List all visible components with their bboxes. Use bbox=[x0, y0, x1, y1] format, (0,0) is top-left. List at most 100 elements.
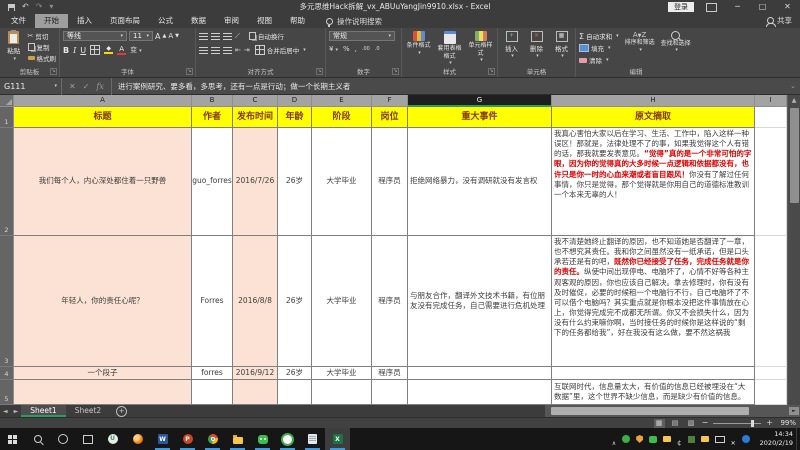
cell-H1[interactable]: 原文摘取 bbox=[552, 107, 755, 128]
select-all-corner[interactable] bbox=[0, 95, 14, 107]
tray-chevron-icon[interactable] bbox=[612, 430, 616, 449]
cell-B2[interactable]: guo_forres bbox=[192, 128, 233, 236]
share-button[interactable]: 共享 bbox=[766, 15, 792, 27]
tray-x-icon-9[interactable] bbox=[731, 430, 736, 449]
horizontal-scroll-thumb[interactable] bbox=[551, 407, 749, 415]
formula-bar-expand-icon[interactable]: ⌄ bbox=[786, 82, 800, 90]
ribbon-tab-插入[interactable]: 插入 bbox=[68, 14, 101, 28]
confirm-entry-icon[interactable]: ✓ bbox=[83, 82, 90, 91]
column-header-I[interactable]: I bbox=[755, 95, 787, 107]
cell-C3[interactable]: 2016/8/8 bbox=[233, 236, 278, 367]
tray-msg-icon-3[interactable] bbox=[649, 435, 658, 443]
cell-I4[interactable] bbox=[755, 367, 787, 380]
zoom-slider-thumb[interactable] bbox=[751, 419, 755, 427]
save-icon[interactable] bbox=[8, 3, 15, 11]
name-box[interactable]: G111 ▾ bbox=[0, 77, 62, 95]
tray-blue-icon-10[interactable] bbox=[741, 435, 750, 443]
ribbon-tab-帮助[interactable]: 帮助 bbox=[281, 14, 314, 28]
taskbar-firefox-icon[interactable] bbox=[125, 428, 150, 450]
merge-center-button[interactable]: 合并后居中 ▾ bbox=[254, 45, 306, 55]
row-header-2[interactable]: 2 bbox=[0, 128, 14, 236]
show-desktop-button[interactable] bbox=[796, 428, 800, 450]
taskbar-chrome-icon[interactable] bbox=[200, 428, 225, 450]
font-color-button[interactable]: A bbox=[117, 45, 127, 55]
insert-function-icon[interactable]: fx bbox=[96, 82, 103, 91]
clipboard-dialog-launcher-icon[interactable]: ↘ bbox=[50, 68, 57, 75]
ribbon-tab-页面布局[interactable]: 页面布局 bbox=[101, 14, 149, 28]
cell-styles-button[interactable]: 单元格样式 ▾ bbox=[467, 31, 494, 66]
column-header-G[interactable]: G bbox=[408, 95, 552, 107]
row-header-1[interactable]: 1 bbox=[0, 107, 14, 128]
qat-customize-icon[interactable]: ▾ bbox=[49, 0, 53, 14]
taskbar-ppt-icon[interactable] bbox=[175, 428, 200, 450]
taskbar-notes-icon[interactable] bbox=[300, 428, 325, 450]
column-header-E[interactable]: E bbox=[312, 95, 372, 107]
cell-A1[interactable]: 标题 bbox=[14, 107, 192, 128]
align-right-icon[interactable] bbox=[223, 46, 232, 54]
autosum-button[interactable]: Σ 自动求和 ▾ bbox=[579, 31, 619, 42]
cell-H5[interactable]: 互联网时代，信息量太大，有价值的信息已经被埋没在“大数据”里，这个世界不缺少信息… bbox=[552, 380, 755, 405]
horizontal-scrollbar[interactable]: ► bbox=[545, 405, 800, 417]
redo-icon[interactable]: ↷ bbox=[36, 0, 43, 14]
cell-G3[interactable]: 与朋友合作，翻译外文技术书籍，有位朋友没有完成任务，自己需要进行危机处理 bbox=[408, 236, 552, 367]
cell-I3[interactable] bbox=[755, 236, 787, 367]
percent-style-icon[interactable]: % bbox=[343, 45, 350, 53]
font-dialog-launcher-icon[interactable]: ↘ bbox=[186, 68, 193, 75]
cell-F2[interactable]: 程序员 bbox=[372, 128, 408, 236]
cell-A4[interactable]: 一个段子 bbox=[14, 367, 192, 380]
cell-D5[interactable] bbox=[278, 380, 312, 405]
align-left-icon[interactable] bbox=[199, 46, 208, 54]
shrink-font-button[interactable]: A ▼ bbox=[168, 32, 179, 40]
column-header-B[interactable]: B bbox=[192, 95, 233, 107]
cut-button[interactable]: ✂ 剪切 bbox=[28, 31, 57, 41]
column-header-C[interactable]: C bbox=[233, 95, 278, 107]
maximize-button[interactable]: □ bbox=[750, 0, 775, 14]
cell-E3[interactable]: 大学毕业 bbox=[312, 236, 372, 367]
cell-A3[interactable]: 年轻人，你的责任心呢？ bbox=[14, 236, 192, 367]
taskbar-search-icon[interactable] bbox=[25, 428, 50, 450]
cell-C2[interactable]: 2016/7/26 bbox=[233, 128, 278, 236]
taskbar-wechat-icon[interactable] bbox=[250, 428, 275, 450]
cell-D1[interactable]: 年龄 bbox=[278, 107, 312, 128]
cell-A5[interactable] bbox=[14, 380, 192, 405]
row-header-4[interactable]: 4 bbox=[0, 367, 14, 380]
cell-E2[interactable]: 大学毕业 bbox=[312, 128, 372, 236]
cell-F3[interactable]: 程序员 bbox=[372, 236, 408, 367]
cell-H3[interactable]: 我不清楚她终止翻译的原因，也不知道她是否翻译了一章，也不想究其责任。我和你之间虽… bbox=[552, 236, 755, 367]
decrease-decimal-icon[interactable]: .0 bbox=[375, 46, 380, 52]
sheet-nav-right-icon[interactable]: ► bbox=[11, 408, 22, 415]
comma-style-icon[interactable]: , bbox=[355, 45, 357, 53]
cell-B1[interactable]: 作者 bbox=[192, 107, 233, 128]
column-header-A[interactable]: A bbox=[14, 95, 192, 107]
sheet-tab-Sheet2[interactable]: Sheet2 bbox=[66, 405, 110, 417]
copy-button[interactable]: 复制 bbox=[27, 42, 57, 52]
delete-cells-button[interactable]: × 删除 ▾ bbox=[526, 31, 547, 59]
cell-B4[interactable]: forres bbox=[192, 367, 233, 380]
format-painter-button[interactable]: 格式刷 bbox=[27, 53, 56, 63]
cell-E5[interactable] bbox=[312, 380, 372, 405]
tray-usb-icon-8[interactable] bbox=[714, 435, 725, 443]
ribbon-display-options-icon[interactable] bbox=[706, 2, 717, 12]
zoom-level[interactable]: 99% bbox=[778, 419, 796, 427]
zoom-in-button[interactable]: + bbox=[766, 418, 773, 428]
clear-button[interactable]: 清除 ▾ bbox=[579, 55, 619, 65]
column-header-D[interactable]: D bbox=[278, 95, 312, 107]
cell-B3[interactable]: Forres bbox=[192, 236, 233, 367]
font-size-select[interactable]: 11 ▾ bbox=[129, 31, 153, 41]
formula-bar-input[interactable]: 进行案例研究、要多看，多思考，还有一点是行动；做一个长期主义者 bbox=[112, 81, 786, 92]
sign-in-button[interactable]: 登录 bbox=[668, 2, 694, 12]
ribbon-tab-数据[interactable]: 数据 bbox=[182, 14, 215, 28]
borders-icon[interactable] bbox=[90, 45, 101, 55]
tray-box-icon-6[interactable] bbox=[687, 435, 695, 443]
row-header-5[interactable]: 5 bbox=[0, 380, 14, 405]
cell-A2[interactable]: 我们每个人，内心深处都住着一只野兽 bbox=[14, 128, 192, 236]
align-top-icon[interactable] bbox=[199, 32, 208, 40]
cell-F4[interactable]: 程序员 bbox=[372, 367, 408, 380]
tray-folder-icon-7[interactable] bbox=[700, 436, 709, 442]
cell-B5[interactable] bbox=[192, 380, 233, 405]
find-select-button[interactable]: 查找和选择 ▾ bbox=[661, 31, 691, 65]
number-format-select[interactable]: 常规 ▾ bbox=[329, 31, 395, 41]
cell-H4[interactable] bbox=[552, 367, 755, 380]
alignment-dialog-launcher-icon[interactable]: ↘ bbox=[316, 68, 323, 75]
cell-I2[interactable] bbox=[755, 128, 787, 236]
